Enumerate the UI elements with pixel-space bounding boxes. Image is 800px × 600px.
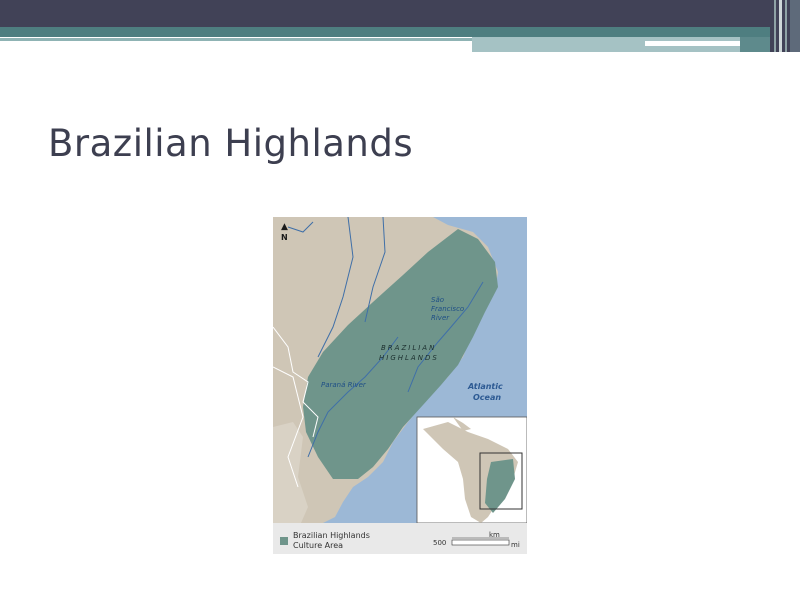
legend-swatch [280,537,288,545]
white-accent-stripe [645,41,740,46]
scale-km: km [489,531,500,539]
ocean-label-1: Atlantic [467,382,503,391]
teal-band [0,27,800,37]
region-label-line1: BRAZILIAN [381,344,436,352]
inset-map [416,416,527,524]
brazil-highlands-map: ▲ N BRAZILIAN HIGHLANDS São Francisco Ri… [273,217,527,554]
north-label: N [281,233,288,242]
corner-stripes-decoration [770,0,800,52]
scale-mi: mi [511,541,520,549]
sao-francisco-label-3: River [431,314,450,322]
region-label-line2: HIGHLANDS [379,354,439,362]
legend-label-line1: Brazilian Highlands [293,531,370,540]
legend-label-line2: Culture Area [293,541,343,550]
scale-value: 500 [433,539,446,547]
map-svg: ▲ N BRAZILIAN HIGHLANDS São Francisco Ri… [273,217,527,554]
slide-title: Brazilian Highlands [48,122,414,165]
sao-francisco-label-1: São [431,296,444,304]
ocean-label-2: Ocean [473,393,501,402]
top-banner [0,0,800,27]
teal-thin-stripe [0,38,472,41]
sao-francisco-label-2: Francisco [431,305,464,313]
parana-river-label: Paraná River [321,381,367,389]
north-arrow-icon: ▲ [281,222,288,232]
